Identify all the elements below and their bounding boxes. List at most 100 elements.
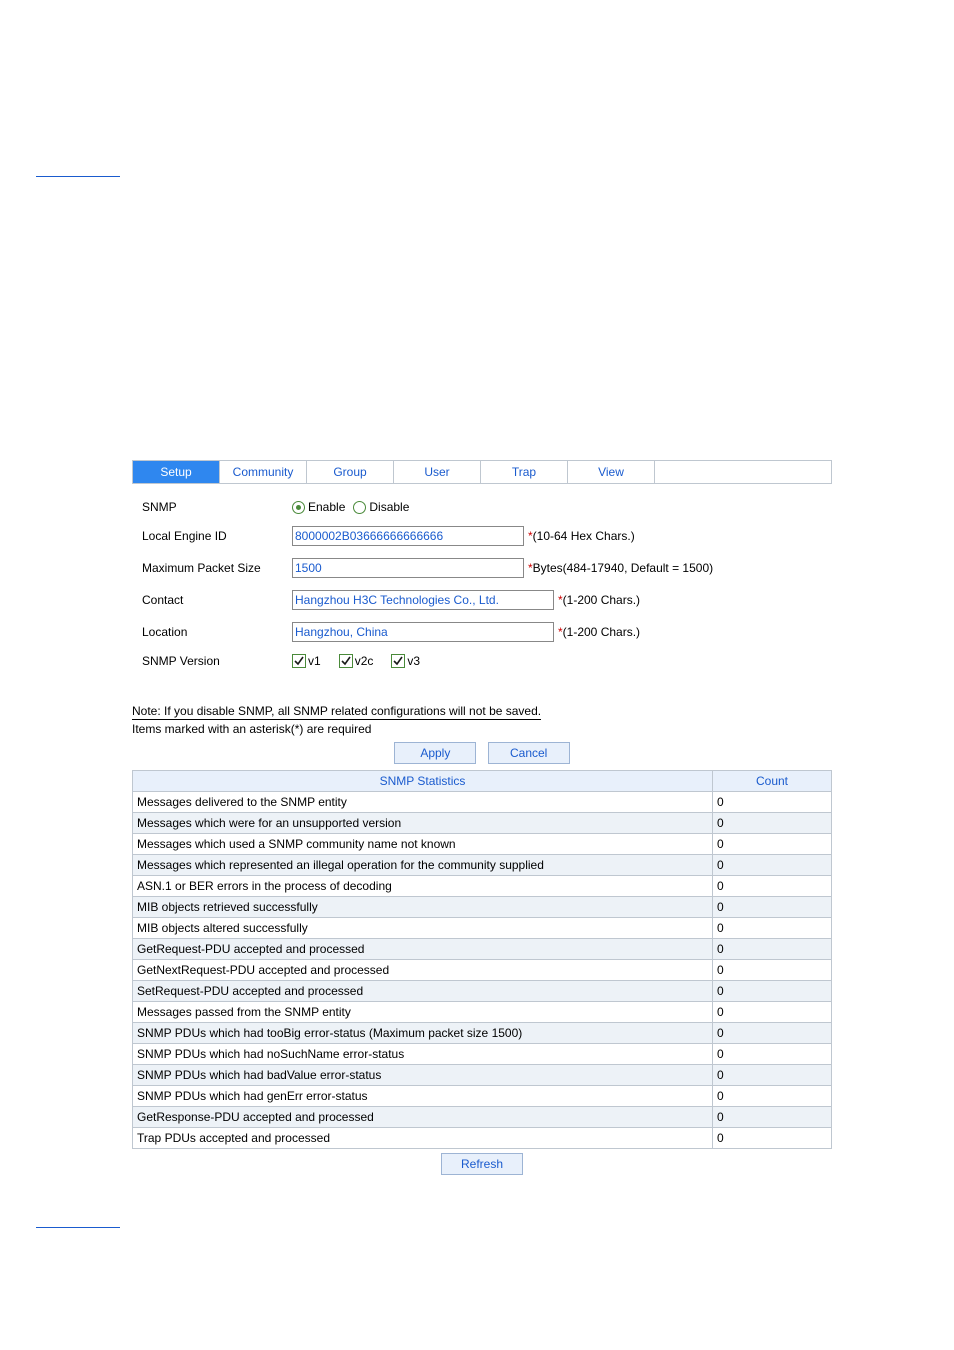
tab-trap[interactable]: Trap [481,461,568,483]
version-v2c-checkbox[interactable]: v2c [339,654,374,668]
button-label: Refresh [461,1157,503,1171]
table-row: Messages which were for an unsupported v… [133,813,832,834]
table-row: ASN.1 or BER errors in the process of de… [133,876,832,897]
stat-label: MIB objects altered successfully [133,918,713,939]
stat-label: GetNextRequest-PDU accepted and processe… [133,960,713,981]
stat-count: 0 [713,855,832,876]
tab-label: Setup [160,465,191,479]
stat-count: 0 [713,1023,832,1044]
tab-bar: Setup Community Group User Trap View [132,460,832,484]
tab-label: User [424,465,449,479]
table-row: SNMP PDUs which had genErr error-status0 [133,1086,832,1107]
engine-id-input[interactable] [292,526,524,546]
button-label: Apply [420,746,450,760]
stat-label: Messages passed from the SNMP entity [133,1002,713,1023]
tab-setup[interactable]: Setup [133,461,220,483]
button-label: Cancel [510,746,547,760]
header-link-placeholder[interactable] [36,164,120,177]
checkbox-label: v1 [308,654,321,668]
stat-label: Messages delivered to the SNMP entity [133,792,713,813]
table-row: Messages which represented an illegal op… [133,855,832,876]
radio-icon [292,501,305,514]
max-packet-size-input[interactable] [292,558,524,578]
table-row: SetRequest-PDU accepted and processed0 [133,981,832,1002]
stat-label: SNMP PDUs which had badValue error-statu… [133,1065,713,1086]
stat-label: Messages which used a SNMP community nam… [133,834,713,855]
stat-label: Trap PDUs accepted and processed [133,1128,713,1149]
location-hint: *(1-200 Chars.) [558,625,640,639]
stat-label: SNMP PDUs which had noSuchName error-sta… [133,1044,713,1065]
apply-button[interactable]: Apply [394,742,476,764]
stat-count: 0 [713,1086,832,1107]
table-row: GetResponse-PDU accepted and processed0 [133,1107,832,1128]
radio-label: Disable [369,500,409,514]
snmp-disable-radio[interactable]: Disable [353,500,409,514]
tab-label: Community [233,465,294,479]
table-row: SNMP PDUs which had tooBig error-status … [133,1023,832,1044]
stat-label: ASN.1 or BER errors in the process of de… [133,876,713,897]
required-fields-note: Items marked with an asterisk(*) are req… [132,722,832,736]
checkbox-icon [391,654,405,668]
table-row: SNMP PDUs which had noSuchName error-sta… [133,1044,832,1065]
tab-group[interactable]: Group [307,461,394,483]
contact-hint: *(1-200 Chars.) [558,593,640,607]
stat-count: 0 [713,1044,832,1065]
contact-input[interactable] [292,590,554,610]
tab-filler [655,461,832,483]
stat-count: 0 [713,813,832,834]
max-packet-size-hint: *Bytes(484-17940, Default = 1500) [528,561,713,575]
table-row: Trap PDUs accepted and processed0 [133,1128,832,1149]
contact-label: Contact [142,593,292,607]
stat-label: SNMP PDUs which had genErr error-status [133,1086,713,1107]
table-row: SNMP PDUs which had badValue error-statu… [133,1065,832,1086]
snmp-enable-radio[interactable]: Enable [292,500,345,514]
tab-view[interactable]: View [568,461,655,483]
table-row: Messages delivered to the SNMP entity0 [133,792,832,813]
table-row: Messages passed from the SNMP entity0 [133,1002,832,1023]
table-row: GetNextRequest-PDU accepted and processe… [133,960,832,981]
tab-label: View [598,465,624,479]
stat-count: 0 [713,1107,832,1128]
footer-link-placeholder[interactable] [36,1215,120,1228]
stat-count: 0 [713,918,832,939]
table-row: GetRequest-PDU accepted and processed0 [133,939,832,960]
stat-count: 0 [713,1128,832,1149]
stat-count: 0 [713,981,832,1002]
stat-count: 0 [713,834,832,855]
snmp-statistics-table: SNMP Statistics Count Messages delivered… [132,770,832,1149]
max-packet-size-label: Maximum Packet Size [142,561,292,575]
stat-label: Messages which were for an unsupported v… [133,813,713,834]
stat-label: MIB objects retrieved successfully [133,897,713,918]
version-v3-checkbox[interactable]: v3 [391,654,420,668]
stats-header-name: SNMP Statistics [133,771,713,792]
stat-count: 0 [713,792,832,813]
engine-id-hint: *(10-64 Hex Chars.) [528,529,635,543]
table-row: MIB objects retrieved successfully0 [133,897,832,918]
stat-count: 0 [713,897,832,918]
location-label: Location [142,625,292,639]
version-v1-checkbox[interactable]: v1 [292,654,321,668]
stat-label: GetResponse-PDU accepted and processed [133,1107,713,1128]
stat-count: 0 [713,939,832,960]
cancel-button[interactable]: Cancel [488,742,570,764]
tab-label: Trap [512,465,536,479]
disable-snmp-note: Note: If you disable SNMP, all SNMP rela… [132,704,541,720]
radio-icon [353,501,366,514]
tab-community[interactable]: Community [220,461,307,483]
tab-user[interactable]: User [394,461,481,483]
checkbox-label: v2c [355,654,374,668]
stat-count: 0 [713,960,832,981]
stat-label: GetRequest-PDU accepted and processed [133,939,713,960]
refresh-button[interactable]: Refresh [441,1153,523,1175]
snmp-version-label: SNMP Version [142,654,292,668]
snmp-setup-form: SNMP Enable Disable Local Engine ID [132,494,832,674]
engine-id-label: Local Engine ID [142,529,292,543]
stat-label: SNMP PDUs which had tooBig error-status … [133,1023,713,1044]
location-input[interactable] [292,622,554,642]
stats-header-count: Count [713,771,832,792]
radio-label: Enable [308,500,345,514]
table-row: MIB objects altered successfully0 [133,918,832,939]
checkbox-icon [292,654,306,668]
snmp-label: SNMP [142,500,292,514]
checkbox-label: v3 [407,654,420,668]
